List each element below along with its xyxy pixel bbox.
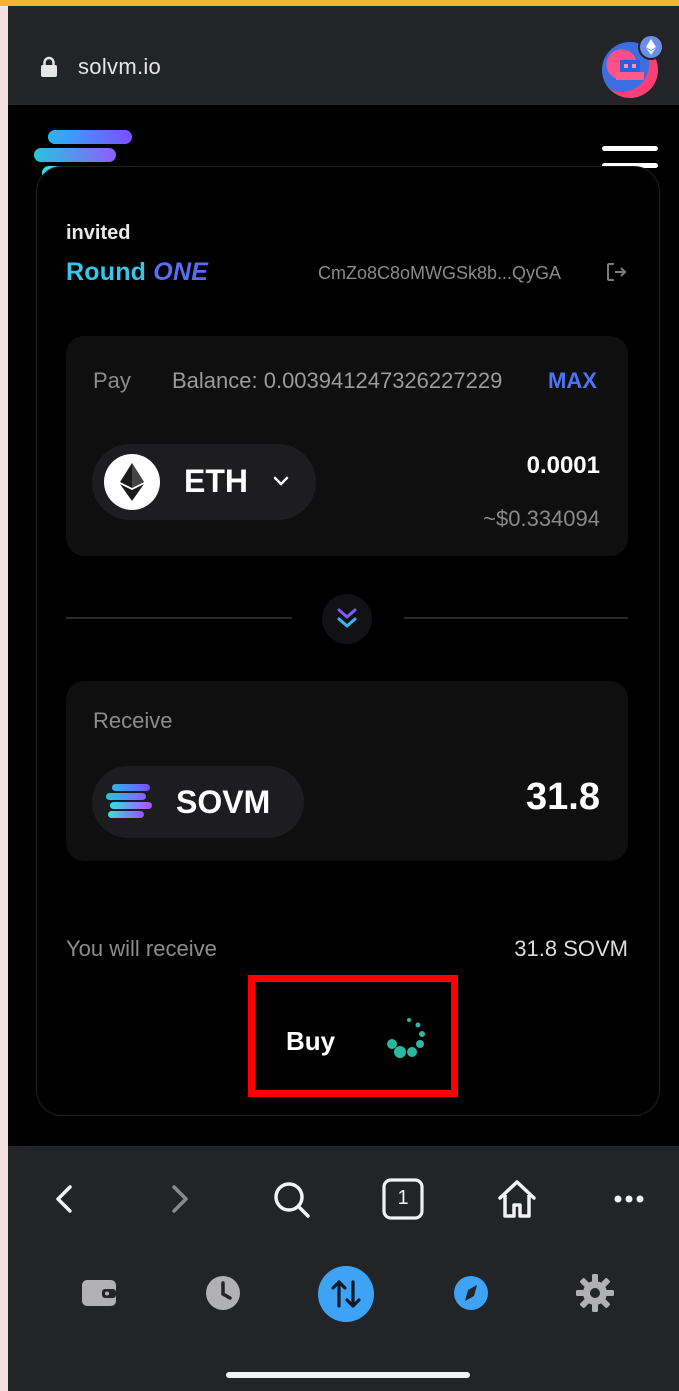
tab-count: 1 (397, 1187, 409, 1209)
pay-label: Pay (93, 368, 131, 393)
receive-token-label: SOVM (176, 784, 271, 820)
wallet-address: CmZo8C8oMWGSk8b...QyGA (318, 263, 562, 283)
ethereum-badge-icon (638, 34, 664, 60)
you-will-receive-value: 31.8 SOVM (514, 936, 628, 961)
round-label: Round ONE (66, 258, 209, 286)
pay-token-selector[interactable]: ETH (92, 444, 316, 520)
history-icon[interactable] (198, 1268, 248, 1318)
pay-amount-input[interactable]: 0.0001 (488, 452, 600, 480)
logout-icon[interactable] (604, 260, 628, 284)
browser-url-bar[interactable]: solvm.io (8, 6, 679, 105)
url-text[interactable]: solvm.io (78, 54, 161, 80)
invited-label: invited (66, 222, 131, 244)
buy-button[interactable]: Buy (278, 1016, 448, 1066)
settings-icon[interactable] (570, 1268, 620, 1318)
back-icon[interactable] (40, 1174, 90, 1224)
more-icon[interactable] (604, 1174, 654, 1224)
buy-label: Buy (286, 1026, 336, 1056)
search-icon[interactable] (266, 1174, 316, 1224)
tabs-icon[interactable]: 1 (378, 1174, 428, 1224)
divider-right (404, 617, 628, 619)
balance-text: Balance: 0.003941247326227229 (172, 368, 503, 393)
receive-token-pill: SOVM (92, 766, 304, 838)
chevron-down-icon (273, 476, 289, 486)
max-button[interactable]: MAX (548, 368, 597, 394)
you-will-receive-label: You will receive (66, 936, 217, 961)
discover-icon[interactable] (446, 1268, 496, 1318)
forward-icon[interactable] (154, 1174, 204, 1224)
home-icon[interactable] (492, 1174, 542, 1224)
wallet-icon[interactable] (74, 1268, 124, 1318)
divider-left (66, 617, 292, 619)
pay-usd-value: ~$0.334094 (483, 506, 600, 531)
lock-icon (41, 56, 57, 77)
receive-label: Receive (93, 708, 173, 733)
sovm-token-icon (106, 784, 152, 820)
double-chevron-down-icon[interactable] (322, 594, 372, 644)
phone-screen: solvm.io invited Round ONE CmZo8C8oMWGSk… (8, 6, 679, 1391)
loading-spinner-icon (387, 1018, 425, 1058)
eth-token-icon (104, 454, 160, 510)
receive-amount: 31.8 (526, 776, 600, 818)
home-indicator (226, 1372, 470, 1378)
pay-token-label: ETH (184, 463, 248, 499)
swap-icon[interactable] (318, 1266, 374, 1322)
